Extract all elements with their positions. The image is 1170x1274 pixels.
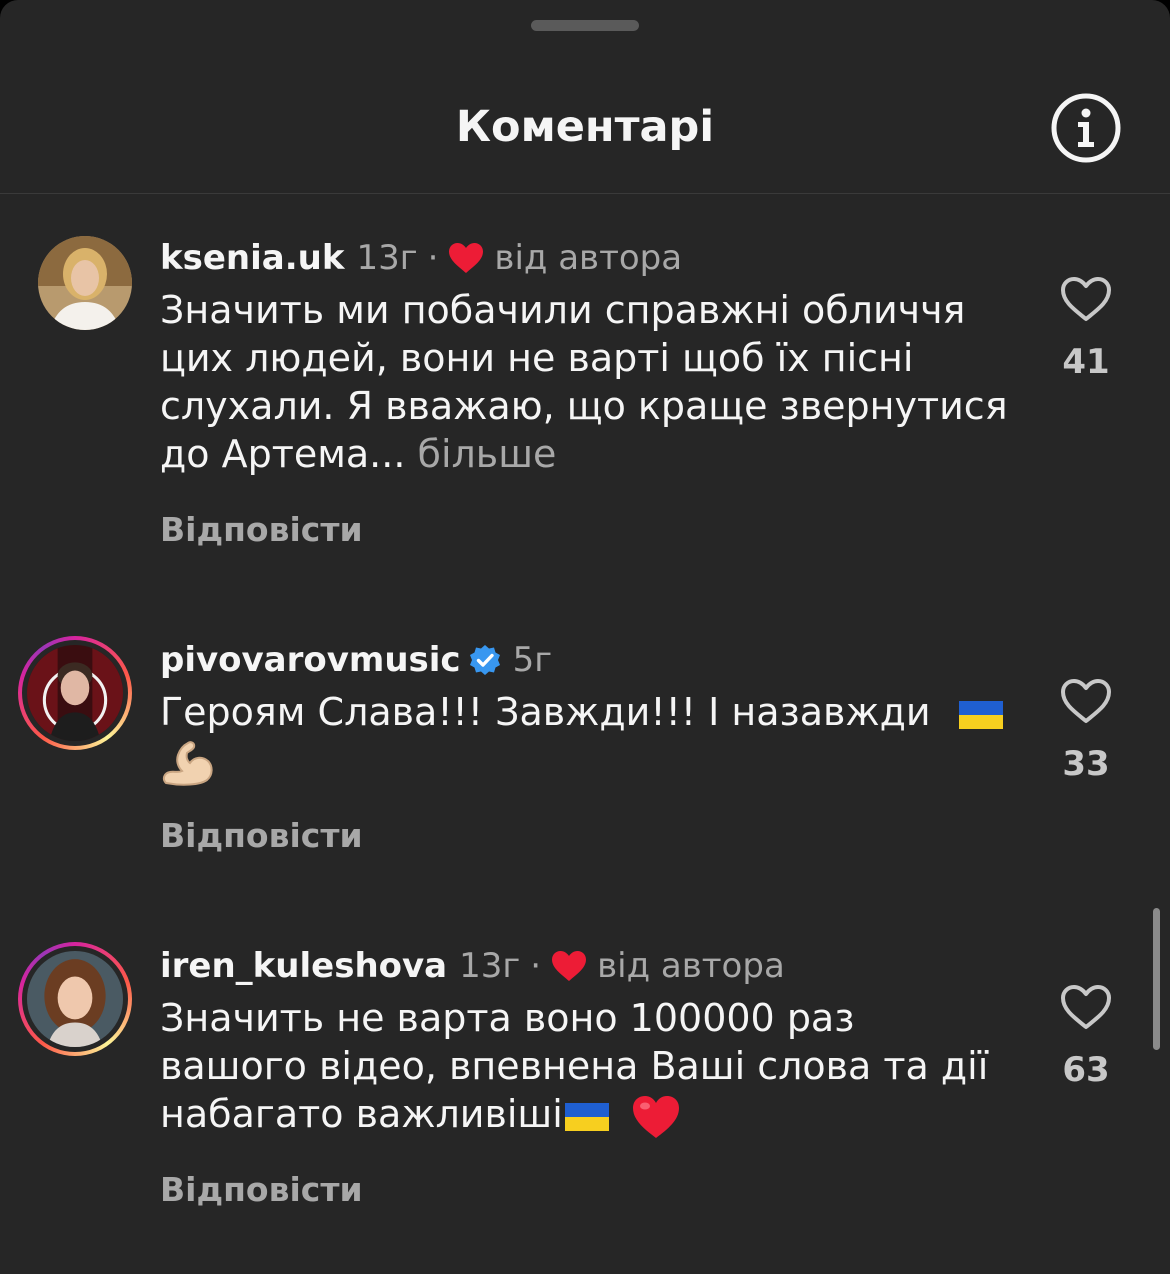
comment-text: Героям Слава!!! Завжди!!! І назавжди bbox=[160, 688, 1010, 787]
like-count: 41 bbox=[1062, 342, 1110, 382]
comment-username[interactable]: pivovarovmusic bbox=[160, 640, 461, 680]
reply-button[interactable]: Відповісти bbox=[160, 816, 363, 855]
like-control: 63 bbox=[1046, 984, 1126, 1090]
ukraine-flag-icon bbox=[958, 700, 1003, 729]
author-liked-heart-icon bbox=[449, 243, 484, 273]
author-liked-heart-icon bbox=[552, 951, 587, 981]
more-link[interactable]: більше bbox=[418, 432, 557, 476]
info-icon[interactable] bbox=[1050, 92, 1122, 164]
like-control: 41 bbox=[1046, 276, 1126, 382]
avatar-photo bbox=[27, 951, 123, 1047]
sheet-grabber[interactable] bbox=[531, 20, 639, 31]
comment-username[interactable]: iren_kuleshova bbox=[160, 946, 447, 986]
like-control: 33 bbox=[1046, 678, 1126, 784]
heart-outline-icon[interactable] bbox=[1060, 276, 1112, 322]
comment-time: 13г bbox=[356, 238, 418, 278]
ukraine-flag-icon bbox=[564, 1102, 609, 1131]
avatar-story-ring[interactable] bbox=[18, 942, 132, 1056]
comment-meta: iren_kuleshova 13г · від автора bbox=[160, 944, 785, 988]
meta-separator: · bbox=[427, 238, 439, 278]
comment-time: 13г bbox=[459, 946, 521, 986]
verified-badge-icon bbox=[469, 645, 500, 675]
comment-meta: pivovarovmusic 5г bbox=[160, 638, 552, 682]
reply-button[interactable]: Відповісти bbox=[160, 1170, 363, 1209]
comments-sheet: Коментарі ksenia.uk 13г · від автора Зна… bbox=[0, 0, 1170, 1274]
comment-text: Значить не варта воно 100000 раз вашого … bbox=[160, 994, 1010, 1140]
comment-username[interactable]: ksenia.uk bbox=[160, 238, 344, 278]
comment-time: 5г bbox=[512, 640, 553, 680]
flexed-biceps-icon bbox=[162, 740, 213, 786]
header-divider bbox=[0, 193, 1170, 194]
scrollbar[interactable] bbox=[1153, 908, 1160, 1050]
page-title: Коментарі bbox=[455, 102, 715, 152]
avatar-story-ring[interactable] bbox=[18, 636, 132, 750]
reply-button[interactable]: Відповісти bbox=[160, 510, 363, 549]
avatar-photo bbox=[27, 645, 123, 741]
avatar-photo bbox=[38, 236, 132, 330]
comment-body: Значить ми побачили справжні обличчя цих… bbox=[160, 288, 1008, 476]
meta-separator: · bbox=[530, 946, 542, 986]
comment-meta: ksenia.uk 13г · від автора bbox=[160, 236, 682, 280]
red-heart-icon bbox=[632, 1095, 679, 1138]
avatar[interactable] bbox=[38, 236, 132, 330]
like-count: 33 bbox=[1062, 744, 1110, 784]
comment-body: Героям Слава!!! Завжди!!! І назавжди bbox=[160, 690, 931, 734]
like-count: 63 bbox=[1062, 1050, 1110, 1090]
author-label: від автора bbox=[494, 238, 683, 278]
heart-outline-icon[interactable] bbox=[1060, 984, 1112, 1030]
comment-text: Значить ми побачили справжні обличчя цих… bbox=[160, 286, 1010, 478]
author-label: від автора bbox=[597, 946, 785, 986]
heart-outline-icon[interactable] bbox=[1060, 678, 1112, 724]
